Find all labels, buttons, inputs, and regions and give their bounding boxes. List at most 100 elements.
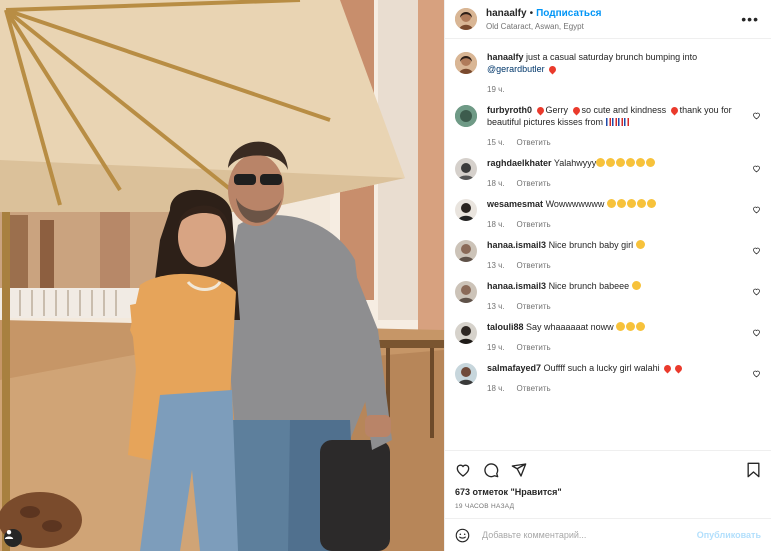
post-comment-button[interactable]: Опубликовать	[697, 530, 761, 540]
avatar-image	[455, 105, 477, 127]
heart-eyes-emoji	[626, 199, 636, 208]
post-location[interactable]: Old Cataract, Aswan, Egypt	[486, 20, 741, 33]
post-modal: hanaalfy • Подписаться Old Cataract, Aswan…	[0, 0, 771, 551]
comment-content: Nice brunch baby girl	[548, 240, 634, 250]
avatar[interactable]	[455, 105, 477, 127]
reply-button[interactable]: Ответить	[517, 343, 551, 352]
comment-like-icon[interactable]	[752, 111, 761, 120]
comment-meta: 13 ч. Ответить	[487, 302, 743, 311]
comment-like-icon[interactable]	[752, 246, 761, 255]
laughing-emoji	[616, 158, 626, 167]
post-author-username[interactable]: hanaalfy	[486, 8, 527, 19]
comment-text: hanaa.ismail3 Nice brunch babeee	[487, 280, 743, 292]
comment-like-icon[interactable]	[752, 328, 761, 337]
comment-username[interactable]: furbyroth0	[487, 105, 532, 115]
comment-username[interactable]: hanaa.ismail3	[487, 281, 546, 291]
comment-button[interactable]	[483, 462, 499, 478]
like-button[interactable]	[455, 462, 471, 478]
mention-link[interactable]: @gerardbutler	[487, 64, 545, 74]
comment-item: hanaa.ismail3 Nice brunch baby girl 13 ч…	[455, 239, 761, 270]
comment-meta: 19 ч. Ответить	[487, 343, 743, 352]
profile-icon	[4, 530, 14, 539]
avatar[interactable]	[455, 281, 477, 303]
bookmark-icon	[747, 462, 760, 478]
red-heart-emoji	[662, 363, 673, 374]
comment-icon	[484, 463, 499, 478]
comment-content: Wowwwwwww	[545, 199, 605, 209]
comment-item: wesamesmat Wowwwwwww 18 ч. Ответить	[455, 198, 761, 229]
action-icons	[455, 459, 761, 481]
comment-like-icon[interactable]	[752, 205, 761, 214]
comment-username[interactable]: hanaa.ismail3	[487, 240, 546, 250]
comment-meta: 18 ч. Ответить	[487, 384, 743, 393]
comment-username[interactable]: raghdaelkhater	[487, 158, 552, 168]
comment-like-icon[interactable]	[752, 369, 761, 378]
red-heart-emoji	[571, 105, 581, 116]
avatar[interactable]	[455, 322, 477, 344]
follow-button[interactable]: Подписаться	[536, 8, 601, 19]
avatar[interactable]	[455, 363, 477, 385]
comment-input[interactable]	[480, 529, 697, 541]
reply-button[interactable]: Ответить	[517, 261, 551, 270]
comment-meta: 18 ч. Ответить	[487, 179, 743, 188]
caption-text: hanaalfy just a casual saturday brunch b…	[487, 51, 743, 75]
caption-username[interactable]: hanaalfy	[487, 52, 524, 62]
comment-like-icon[interactable]	[752, 287, 761, 296]
avatar[interactable]	[455, 8, 477, 30]
comment-body: hanaa.ismail3 Nice brunch baby girl 13 ч…	[487, 239, 761, 270]
comment-username[interactable]: talouli88	[487, 322, 524, 332]
share-icon	[511, 463, 527, 477]
post-header: hanaalfy • Подписаться Old Cataract, Aswan…	[445, 0, 771, 39]
surprised-emoji	[636, 322, 646, 331]
comment-username[interactable]: wesamesmat	[487, 199, 543, 209]
flag-emoji	[623, 118, 629, 126]
red-heart-emoji	[673, 363, 684, 374]
photo-illustration	[0, 0, 444, 551]
avatar[interactable]	[455, 199, 477, 221]
comment-body: talouli88 Say whaaaaaat noww 19 ч. Ответи…	[487, 321, 761, 352]
likes-count[interactable]: 673 отметок "Нравится"	[455, 487, 761, 497]
comment-body: wesamesmat Wowwwwwww 18 ч. Ответить	[487, 198, 761, 229]
comment-body: raghdaelkhater Yalahwyyy 18 ч. Ответить	[487, 157, 761, 188]
reply-button[interactable]: Ответить	[517, 220, 551, 229]
avatar[interactable]	[455, 52, 477, 74]
share-button[interactable]	[511, 462, 527, 478]
comment-content: Gerry	[545, 105, 569, 115]
smiling-emoji	[635, 240, 645, 249]
more-icon: •••	[741, 11, 759, 27]
red-heart-emoji	[669, 105, 680, 116]
more-options-button[interactable]: •••	[741, 12, 759, 26]
comment-item: talouli88 Say whaaaaaat noww 19 ч. Ответи…	[455, 321, 761, 352]
avatar-image	[455, 322, 477, 344]
emoji-picker-button[interactable]	[455, 528, 470, 543]
avatar[interactable]	[455, 158, 477, 180]
comment-content: Say whaaaaaat noww	[526, 322, 614, 332]
post-actions: 673 отметок "Нравится" 19 часов назад	[445, 450, 771, 510]
red-heart-emoji	[547, 64, 558, 75]
tagged-people-button[interactable]	[4, 529, 22, 547]
reply-button[interactable]: Ответить	[517, 384, 551, 393]
heart-eyes-emoji	[636, 158, 646, 167]
heart-eyes-emoji	[616, 199, 626, 208]
comment-like-icon[interactable]	[752, 164, 761, 173]
laughing-emoji	[596, 158, 606, 167]
reply-button[interactable]: Ответить	[517, 179, 551, 188]
comments-list[interactable]: hanaalfy just a casual saturday brunch b…	[445, 39, 771, 450]
comment-username[interactable]: salmafayed7	[487, 363, 541, 373]
avatar-image	[455, 199, 477, 221]
heart-icon	[456, 464, 470, 477]
smiley-icon	[455, 528, 470, 542]
heart-eyes-emoji	[606, 199, 616, 208]
laughing-emoji	[606, 158, 616, 167]
comment-time: 13 ч.	[487, 261, 505, 270]
avatar[interactable]	[455, 240, 477, 262]
save-button[interactable]	[746, 462, 761, 478]
post-photo[interactable]	[0, 0, 444, 551]
reply-button[interactable]: Ответить	[517, 302, 551, 311]
avatar-image	[455, 158, 477, 180]
comment-meta: 18 ч. Ответить	[487, 220, 743, 229]
reply-button[interactable]: Ответить	[517, 138, 551, 147]
heart-eyes-emoji	[646, 199, 656, 208]
comment-meta: 13 ч. Ответить	[487, 261, 743, 270]
comment-content: Yalahwyyy	[553, 158, 597, 168]
